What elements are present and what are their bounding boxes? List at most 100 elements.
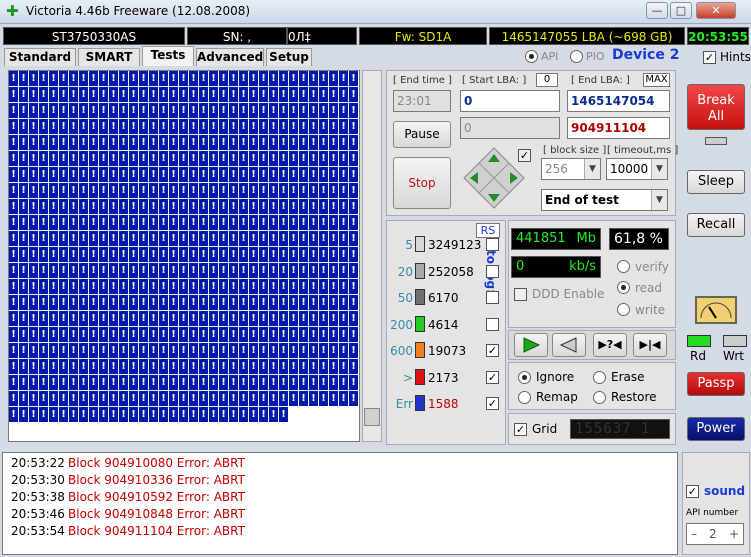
sound-checkbox[interactable]: ✓ bbox=[686, 485, 699, 498]
sector-cell: ! bbox=[219, 135, 229, 151]
tab-standard[interactable]: Standard bbox=[4, 48, 76, 66]
sector-cell: ! bbox=[309, 71, 319, 87]
play-button[interactable] bbox=[514, 333, 548, 357]
maximize-button[interactable]: □ bbox=[670, 2, 692, 19]
sector-cell: ! bbox=[309, 87, 319, 103]
sector-cell: ! bbox=[329, 151, 339, 167]
sector-cell: ! bbox=[109, 183, 119, 199]
block-size-select[interactable]: 256 ▼ bbox=[541, 158, 601, 180]
sector-cell: ! bbox=[259, 183, 269, 199]
sector-cell: ! bbox=[39, 231, 49, 247]
close-button[interactable]: ✕ bbox=[696, 2, 736, 19]
grid-checkbox[interactable]: ✓ bbox=[514, 423, 527, 436]
stat-log-checkbox[interactable] bbox=[486, 238, 499, 251]
sector-cell: ! bbox=[229, 199, 239, 215]
timeout-select[interactable]: 10000 ▼ bbox=[606, 158, 668, 180]
sector-cell: ! bbox=[329, 71, 339, 87]
seek-end-button[interactable]: ▶|◀ bbox=[633, 333, 667, 357]
random-seek-button[interactable]: ▶?◀ bbox=[593, 333, 627, 357]
sector-cells: !!!!!!!!!!!!!!!!!!!!!!!!!!!!!!!!!!!!!!!!… bbox=[9, 71, 359, 423]
stat-log-checkbox[interactable]: ✓ bbox=[486, 397, 499, 410]
sector-cell: ! bbox=[279, 119, 289, 135]
pad-checkbox[interactable]: ✓ bbox=[518, 149, 531, 162]
passp-button[interactable]: Passp bbox=[687, 372, 745, 396]
hints-checkbox[interactable]: ✓ bbox=[703, 51, 716, 64]
power-button[interactable]: Power bbox=[687, 417, 745, 441]
sector-cell: ! bbox=[219, 375, 229, 391]
sector-cell: ! bbox=[299, 231, 309, 247]
sector-cell: ! bbox=[199, 391, 209, 407]
block-size-value: 256 bbox=[545, 162, 568, 176]
stat-log-checkbox[interactable]: ✓ bbox=[486, 370, 499, 384]
read-radio[interactable] bbox=[617, 281, 630, 294]
sector-cell: ! bbox=[289, 87, 299, 103]
stat-log-checkbox[interactable] bbox=[486, 317, 499, 331]
start-lba-field[interactable]: 0 bbox=[460, 90, 560, 112]
sector-cell: ! bbox=[49, 359, 59, 375]
stop-button[interactable]: Stop bbox=[393, 157, 451, 209]
sector-cell: ! bbox=[209, 327, 219, 343]
write-radio[interactable] bbox=[617, 303, 630, 316]
break-all-button[interactable]: Break All bbox=[687, 84, 745, 130]
api-radio[interactable] bbox=[525, 50, 538, 63]
sector-cell: ! bbox=[119, 199, 129, 215]
sector-cell: ! bbox=[69, 119, 79, 135]
erase-radio[interactable] bbox=[593, 371, 606, 384]
sector-cell: ! bbox=[199, 71, 209, 87]
stat-log-checkbox[interactable] bbox=[486, 264, 499, 278]
end-time-field[interactable]: 23:01 bbox=[393, 90, 451, 112]
rs-button[interactable]: RS bbox=[476, 223, 500, 238]
sector-cell: ! bbox=[279, 87, 289, 103]
pio-radio[interactable] bbox=[570, 50, 583, 63]
sector-cell: ! bbox=[229, 231, 239, 247]
end-mode-select[interactable]: End of test ▼ bbox=[541, 189, 668, 211]
max-button[interactable]: MAX bbox=[643, 73, 670, 87]
navigation-pad[interactable] bbox=[462, 146, 526, 210]
sector-cell: ! bbox=[279, 231, 289, 247]
sector-cell: ! bbox=[39, 183, 49, 199]
tab-setup[interactable]: Setup bbox=[266, 48, 312, 66]
verify-radio[interactable] bbox=[617, 260, 630, 273]
grid-scrollbar[interactable] bbox=[362, 70, 382, 442]
sector-cell: ! bbox=[259, 151, 269, 167]
sector-cell: ! bbox=[129, 215, 139, 231]
ddd-checkbox[interactable] bbox=[514, 288, 527, 301]
sector-cell: ! bbox=[129, 407, 139, 423]
minimize-button[interactable]: — bbox=[646, 2, 668, 19]
recall-button[interactable]: Recall bbox=[687, 213, 745, 237]
sector-cell: ! bbox=[139, 279, 149, 295]
end-lba-field[interactable]: 1465147054 bbox=[567, 90, 670, 112]
sector-cell: ! bbox=[129, 199, 139, 215]
sleep-button[interactable]: Sleep bbox=[687, 170, 745, 194]
ignore-radio[interactable] bbox=[518, 371, 531, 384]
start-lba-box[interactable]: 0 bbox=[536, 73, 558, 87]
sector-grid: !!!!!!!!!!!!!!!!!!!!!!!!!!!!!!!!!!!!!!!!… bbox=[8, 70, 360, 442]
tab-advanced[interactable]: Advanced bbox=[196, 48, 264, 66]
rewind-button[interactable] bbox=[552, 333, 586, 357]
tab-smart[interactable]: SMART bbox=[78, 48, 140, 66]
pause-button[interactable]: Pause bbox=[393, 121, 451, 148]
sector-cell: ! bbox=[289, 215, 299, 231]
api-number-spinner[interactable]: –2 + bbox=[686, 523, 744, 545]
sector-cell: ! bbox=[329, 231, 339, 247]
sector-cell: ! bbox=[169, 103, 179, 119]
tab-tests[interactable]: Tests bbox=[142, 46, 194, 66]
sector-cell: ! bbox=[339, 119, 349, 135]
sector-cell: ! bbox=[79, 87, 89, 103]
restore-radio[interactable] bbox=[593, 391, 606, 404]
sector-cell: ! bbox=[179, 151, 189, 167]
grid-scroll-thumb[interactable] bbox=[364, 408, 380, 426]
sector-cell: ! bbox=[69, 167, 79, 183]
sector-cell: ! bbox=[89, 183, 99, 199]
sector-cell: ! bbox=[269, 119, 279, 135]
sector-cell: ! bbox=[179, 231, 189, 247]
remap-radio[interactable] bbox=[518, 391, 531, 404]
stat-log-checkbox[interactable]: ✓ bbox=[486, 344, 499, 357]
sector-cell: ! bbox=[109, 87, 119, 103]
sector-cell: ! bbox=[69, 103, 79, 119]
sector-cell: ! bbox=[149, 311, 159, 327]
sector-cell: ! bbox=[49, 119, 59, 135]
sector-cell: ! bbox=[169, 375, 179, 391]
sector-cell: ! bbox=[239, 279, 249, 295]
stat-log-checkbox[interactable] bbox=[486, 291, 499, 304]
